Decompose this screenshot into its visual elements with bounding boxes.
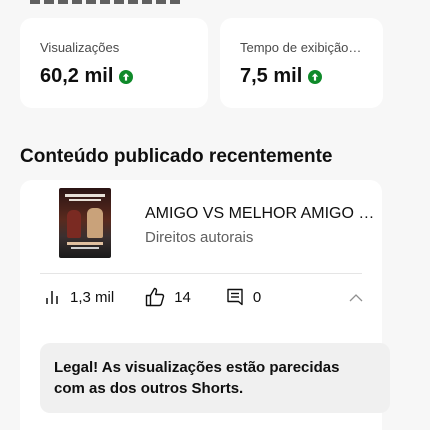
likes-count: 14	[174, 288, 191, 306]
stat-value: 7,5 mil	[240, 65, 303, 87]
stat-label: Visualizações	[40, 40, 120, 55]
arrow-up-circle-icon	[308, 69, 323, 84]
bar-chart-icon	[44, 288, 62, 306]
arrow-up-circle-icon	[119, 69, 134, 84]
chevron-up-icon[interactable]	[348, 290, 364, 306]
views-metric: 1,3 mil	[44, 288, 114, 306]
thumbs-up-icon	[144, 286, 166, 308]
divider	[40, 273, 362, 274]
watch-time-stat-card[interactable]: Tempo de exibição (h... 7,5 mil	[220, 18, 383, 108]
video-title[interactable]: AMIGO VS MELHOR AMIGO @J...	[145, 205, 375, 223]
notice-line-2: com as dos outros Shorts.	[54, 380, 244, 397]
video-thumbnail[interactable]	[59, 188, 111, 258]
video-metrics-row: 1,3 mil 14 0	[40, 286, 380, 308]
comment-icon	[225, 287, 245, 307]
views-count: 1,3 mil	[70, 288, 115, 306]
comments-count: 0	[252, 288, 262, 306]
stat-label: Tempo de exibição (h...	[240, 40, 363, 55]
stat-value: 60,2 mil	[40, 65, 114, 87]
notice-line-1: Legal! As visualizações estão parecidas	[54, 359, 340, 376]
comments-metric: 0	[225, 287, 261, 307]
views-stat-card[interactable]: Visualizações 60,2 mil	[20, 18, 208, 108]
video-subtitle: Direitos autorais	[145, 229, 254, 246]
likes-metric: 14	[144, 286, 191, 308]
cropped-top-content	[30, 0, 210, 4]
section-title: Conteúdo publicado recentemente	[20, 146, 333, 167]
performance-notice: Legal! As visualizações estão parecidas …	[40, 343, 390, 413]
analytics-page: Visualizações 60,2 mil Tempo de exibição…	[0, 0, 430, 430]
